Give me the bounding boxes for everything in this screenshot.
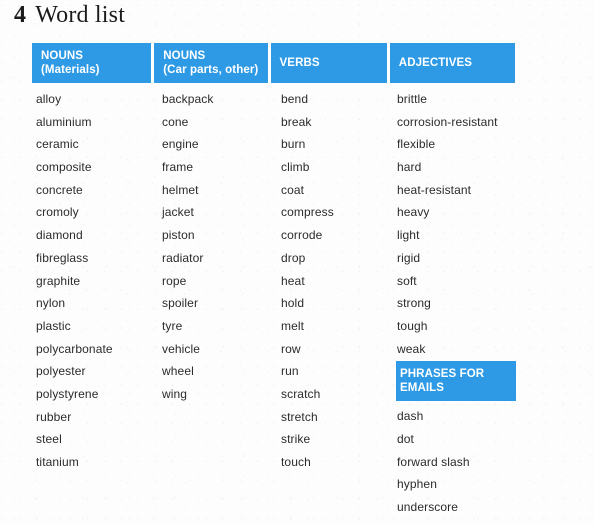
word-item: scratch [281, 386, 321, 401]
word-item: brittle [397, 92, 428, 106]
word-item: bend [281, 92, 309, 106]
column-header-line1: NOUNS [163, 50, 206, 62]
word-item: heat [281, 273, 305, 288]
word-item: alloy [36, 92, 62, 106]
column-header-line1: NOUNS [41, 50, 84, 62]
column-header-verbs: VERBS [270, 43, 387, 83]
word-item: titanium [36, 455, 79, 469]
column-header-line1: ADJECTIVES [398, 57, 473, 69]
word-item: coat [281, 182, 305, 197]
word-item: touch [281, 455, 311, 469]
word-item: burn [281, 137, 306, 152]
word-item: melt [281, 318, 305, 333]
word-item: diamond [36, 228, 83, 243]
word-item: stretch [281, 409, 318, 424]
page-title: 4 Word list [14, 2, 125, 29]
word-item: cromoly [36, 205, 79, 220]
word-item: aluminium [36, 114, 92, 129]
word-item: light [397, 228, 420, 243]
word-item: steel [36, 432, 62, 447]
word-item: spoiler [162, 296, 199, 311]
word-item: row [281, 341, 301, 356]
word-item: vehicle [162, 341, 201, 356]
subsection-header-line1: PHRASES FOR [400, 368, 485, 381]
word-item: piston [162, 228, 195, 243]
page-title-text: Word list [35, 2, 126, 28]
word-item: tyre [162, 318, 183, 333]
column-header-line2: (Car parts, other) [163, 64, 259, 76]
word-column-verbs: bend break burn climb coat compress corrode dro… [272, 88, 392, 519]
word-item: drop [281, 250, 306, 265]
word-item: hold [281, 296, 305, 311]
word-item: soft [397, 273, 417, 288]
word-item: run [281, 364, 299, 379]
page-title-number: 4 [14, 2, 27, 28]
word-item: concrete [36, 182, 83, 197]
word-item: polystyrene [36, 386, 99, 401]
column-header-line2: (Materials) [41, 64, 100, 76]
word-item: ceramic [36, 137, 79, 152]
word-item: composite [36, 160, 92, 175]
word-item: fibreglass [36, 250, 89, 265]
word-item: wheel [162, 364, 194, 379]
subsection-header-phrases-for-emails: PHRASES FOR EMAILS [396, 361, 516, 402]
word-item: dot [397, 431, 414, 446]
word-item: polyester [36, 364, 86, 379]
word-item: flexible [397, 137, 436, 152]
word-item: polycarbonate [36, 341, 113, 356]
word-item: compress [281, 205, 334, 220]
column-header-line1: VERBS [279, 57, 320, 69]
word-item: hyphen [397, 477, 437, 492]
word-item: nylon [36, 296, 66, 311]
word-item: break [281, 114, 312, 129]
word-item: heat-resistant [397, 182, 472, 197]
word-column-nouns-car-parts: backpack cone engine frame helmet jacket pisto… [155, 88, 272, 519]
word-item: backpack [162, 92, 214, 106]
word-item: rigid [397, 250, 421, 265]
word-item: dash [397, 409, 424, 424]
word-list-table: NOUNS (Materials) NOUNS (Car parts, othe… [32, 43, 516, 83]
word-item: corrode [281, 228, 323, 243]
word-item: forward slash [397, 454, 470, 469]
word-item: rubber [36, 409, 72, 424]
word-column-nouns-materials: alloy aluminium ceramic composite concrete cr… [32, 88, 155, 519]
word-item: underscore [397, 500, 459, 514]
word-item: strike [281, 432, 311, 447]
table-header-row: NOUNS (Materials) NOUNS (Car parts, othe… [32, 43, 516, 83]
word-column-adjectives: brittle corrosion-resistant flexible hard he… [392, 88, 516, 519]
word-item: engine [162, 137, 199, 152]
word-item: climb [281, 160, 310, 175]
word-item: hard [397, 160, 422, 175]
column-header-adjectives: ADJECTIVES [389, 43, 516, 83]
column-header-nouns-car-parts: NOUNS (Car parts, other) [154, 43, 268, 83]
word-item: weak [397, 341, 426, 356]
word-item: tough [397, 318, 428, 333]
word-item: wing [162, 386, 188, 401]
word-item: corrosion-resistant [397, 114, 498, 129]
word-item: strong [397, 296, 431, 311]
word-item: plastic [36, 318, 71, 333]
word-list-body: alloy aluminium ceramic composite concrete cr… [32, 88, 516, 519]
word-item: frame [162, 160, 194, 175]
word-item: jacket [162, 205, 194, 220]
subsection-header-line2: EMAILS [400, 382, 445, 395]
word-item: heavy [397, 205, 430, 220]
word-item: cone [162, 114, 189, 129]
word-item: rope [162, 273, 187, 288]
word-item: graphite [36, 273, 81, 288]
word-item: radiator [162, 250, 204, 265]
column-header-nouns-materials: NOUNS (Materials) [32, 43, 152, 83]
word-item: helmet [162, 182, 199, 197]
